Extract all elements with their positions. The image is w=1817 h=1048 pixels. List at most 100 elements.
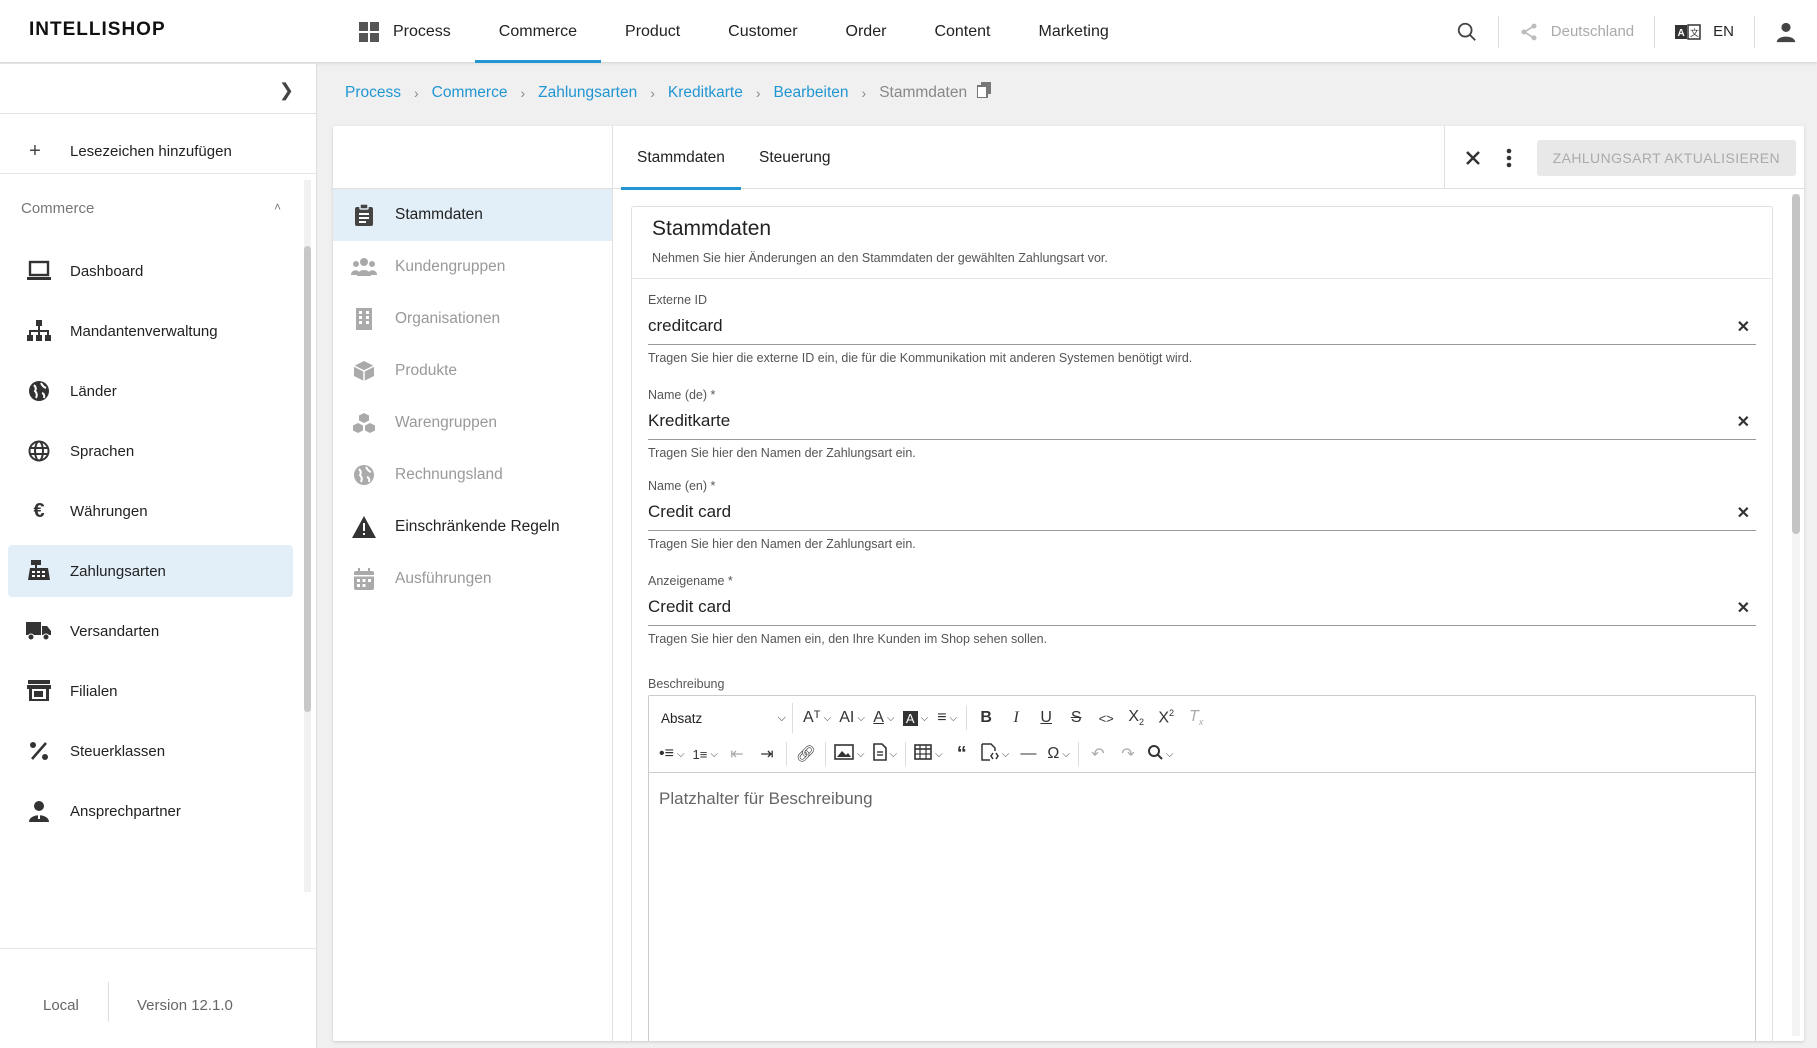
sidebar-item-mandantenverwaltung[interactable]: Mandantenverwaltung bbox=[8, 305, 293, 357]
sidebar-scrollbar[interactable] bbox=[304, 180, 311, 892]
breadcrumb-bearbeiten[interactable]: Bearbeiten bbox=[774, 84, 849, 102]
special-characters-button[interactable]: Ω ⌵ bbox=[1043, 739, 1074, 769]
sidebar-item-dashboard[interactable]: Dashboard bbox=[8, 245, 293, 297]
paragraph-style-select[interactable]: Absatz ⌵ bbox=[655, 703, 793, 733]
sidebar-item-steuerklassen[interactable]: Steuerklassen bbox=[8, 725, 293, 777]
detail-nav-label: Organisationen bbox=[395, 310, 501, 327]
close-button[interactable] bbox=[1455, 140, 1491, 176]
sidebar-item-ansprechpartner[interactable]: Ansprechpartner bbox=[8, 785, 293, 837]
search-button[interactable] bbox=[1436, 0, 1498, 63]
nav-commerce[interactable]: Commerce bbox=[474, 0, 602, 63]
font-size-button[interactable]: Aᵀ ⌵ bbox=[799, 703, 835, 733]
clear-icon[interactable]: ✕ bbox=[1737, 503, 1750, 523]
detail-nav-stammdaten[interactable]: Stammdaten bbox=[333, 189, 612, 241]
italic-button[interactable]: I bbox=[1001, 703, 1031, 733]
toolbar-divider bbox=[1077, 742, 1079, 766]
nav-content[interactable]: Content bbox=[910, 0, 1014, 63]
breadcrumb-commerce[interactable]: Commerce bbox=[432, 84, 508, 102]
font-color-button[interactable]: A ⌵ bbox=[869, 703, 899, 733]
nav-product[interactable]: Product bbox=[601, 0, 704, 63]
insert-table-button[interactable]: ⌵ bbox=[910, 739, 947, 769]
field-label: Name (en) * bbox=[648, 479, 716, 493]
scrollbar-thumb[interactable] bbox=[304, 246, 311, 712]
sidebar-item-label: Ansprechpartner bbox=[70, 802, 181, 820]
nav-order[interactable]: Order bbox=[822, 0, 911, 63]
font-family-button[interactable]: AI ⌵ bbox=[835, 703, 869, 733]
detail-nav-organisationen[interactable]: Organisationen bbox=[333, 293, 612, 345]
superscript-button[interactable]: X2 bbox=[1151, 703, 1181, 733]
detail-nav-label: Produkte bbox=[395, 362, 458, 379]
scrollbar-thumb[interactable] bbox=[1792, 194, 1800, 534]
bold-button[interactable]: B bbox=[971, 703, 1001, 733]
sidebar-item-sprachen[interactable]: Sprachen bbox=[8, 425, 293, 477]
sidebar-section-header[interactable]: Commerce ˄ bbox=[21, 200, 281, 217]
source-code-button[interactable]: ⌵ bbox=[977, 739, 1014, 769]
numbered-list-button[interactable]: 1≡ ⌵ bbox=[689, 739, 722, 769]
subscript-button[interactable]: X2 bbox=[1121, 703, 1151, 733]
country-selector[interactable]: Deutschland bbox=[1499, 0, 1654, 63]
detail-nav-warengruppen[interactable]: Warengruppen bbox=[333, 397, 612, 449]
breadcrumb-kreditkarte[interactable]: Kreditkarte bbox=[668, 84, 743, 102]
clear-icon[interactable]: ✕ bbox=[1737, 598, 1750, 618]
nav-marketing[interactable]: Marketing bbox=[1014, 0, 1132, 63]
clear-icon[interactable]: ✕ bbox=[1737, 317, 1750, 337]
search-icon bbox=[1147, 744, 1163, 765]
more-options-button[interactable] bbox=[1491, 140, 1527, 176]
tab-steuerung[interactable]: Steuerung bbox=[743, 126, 847, 189]
background-color-button[interactable]: A ⌵ bbox=[899, 703, 932, 733]
bold-icon: B bbox=[980, 709, 992, 726]
detail-nav-produkte[interactable]: Produkte bbox=[333, 345, 612, 397]
breadcrumb-process[interactable]: Process bbox=[345, 84, 401, 102]
code-button[interactable]: <> bbox=[1091, 703, 1121, 733]
horizontal-line-button[interactable]: — bbox=[1013, 739, 1043, 769]
remove-format-button[interactable]: Tx bbox=[1181, 703, 1211, 733]
undo-button[interactable]: ↶ bbox=[1083, 739, 1113, 769]
name-en-input[interactable] bbox=[648, 493, 1756, 531]
chevron-right-icon[interactable]: ❯ bbox=[279, 80, 294, 101]
description-label: Beschreibung bbox=[648, 677, 725, 691]
clear-icon[interactable]: ✕ bbox=[1737, 412, 1750, 432]
update-payment-method-button[interactable]: ZAHLUNGSART AKTUALISIEREN bbox=[1536, 139, 1796, 176]
nav-customer[interactable]: Customer bbox=[704, 0, 821, 63]
toolbar-row: •≡ ⌵ 1≡ ⌵ ⇤ ⇥ 🔗︎ ⌵ ⌵ ⌵ “ ⌵ — Ω ⌵ ↶ ↷ ⌵ bbox=[655, 736, 1749, 772]
insert-template-button[interactable]: ⌵ bbox=[869, 739, 902, 769]
source-code-icon bbox=[980, 742, 999, 766]
detail-nav-einschraenkende-regeln[interactable]: Einschränkende Regeln bbox=[333, 501, 612, 553]
font-size-icon: Aᵀ bbox=[803, 709, 821, 726]
alignment-button[interactable]: ≡ ⌵ bbox=[932, 703, 962, 733]
breadcrumb-zahlungsarten[interactable]: Zahlungsarten bbox=[538, 84, 637, 102]
indent-icon: ⇥ bbox=[760, 746, 774, 763]
app-logo[interactable]: INTELLISHOP bbox=[29, 19, 166, 41]
underline-button[interactable]: U bbox=[1031, 703, 1061, 733]
content-scrollbar[interactable] bbox=[1792, 194, 1800, 1036]
insert-image-button[interactable]: ⌵ bbox=[830, 739, 869, 769]
sidebar-item-waehrungen[interactable]: € Währungen bbox=[8, 485, 293, 537]
description-content[interactable]: Platzhalter für Beschreibung bbox=[649, 773, 1755, 825]
copy-icon[interactable] bbox=[976, 82, 992, 103]
strikethrough-button[interactable]: S bbox=[1061, 703, 1091, 733]
detail-nav-kundengruppen[interactable]: Kundengruppen bbox=[333, 241, 612, 293]
sidebar-item-zahlungsarten[interactable]: Zahlungsarten bbox=[8, 545, 293, 597]
redo-button[interactable]: ↷ bbox=[1113, 739, 1143, 769]
find-replace-button[interactable]: ⌵ bbox=[1143, 739, 1178, 769]
language-selector[interactable]: A文 EN bbox=[1655, 0, 1754, 63]
outdent-button[interactable]: ⇤ bbox=[722, 739, 752, 769]
link-button[interactable]: 🔗︎ bbox=[791, 739, 821, 769]
blockquote-button[interactable]: “ bbox=[947, 739, 977, 769]
sidebar-item-filialen[interactable]: Filialen bbox=[8, 665, 293, 717]
nav-process[interactable]: Process bbox=[335, 0, 475, 63]
name-de-input[interactable] bbox=[648, 402, 1756, 440]
add-bookmark-label: Lesezeichen hinzufügen bbox=[70, 143, 232, 160]
external-id-input[interactable] bbox=[648, 307, 1756, 345]
bulleted-list-button[interactable]: •≡ ⌵ bbox=[655, 739, 689, 769]
detail-nav-rechnungsland[interactable]: Rechnungsland bbox=[333, 449, 612, 501]
add-bookmark-button[interactable]: + Lesezeichen hinzufügen bbox=[0, 130, 316, 174]
tab-stammdaten[interactable]: Stammdaten bbox=[621, 126, 741, 190]
user-menu-button[interactable] bbox=[1755, 0, 1817, 63]
toolbar-divider bbox=[785, 742, 787, 766]
detail-nav-ausfuehrungen[interactable]: Ausführungen bbox=[333, 553, 612, 605]
display-name-input[interactable] bbox=[648, 588, 1756, 626]
sidebar-item-versandarten[interactable]: Versandarten bbox=[8, 605, 293, 657]
sidebar-item-laender[interactable]: Länder bbox=[8, 365, 293, 417]
indent-button[interactable]: ⇥ bbox=[752, 739, 782, 769]
